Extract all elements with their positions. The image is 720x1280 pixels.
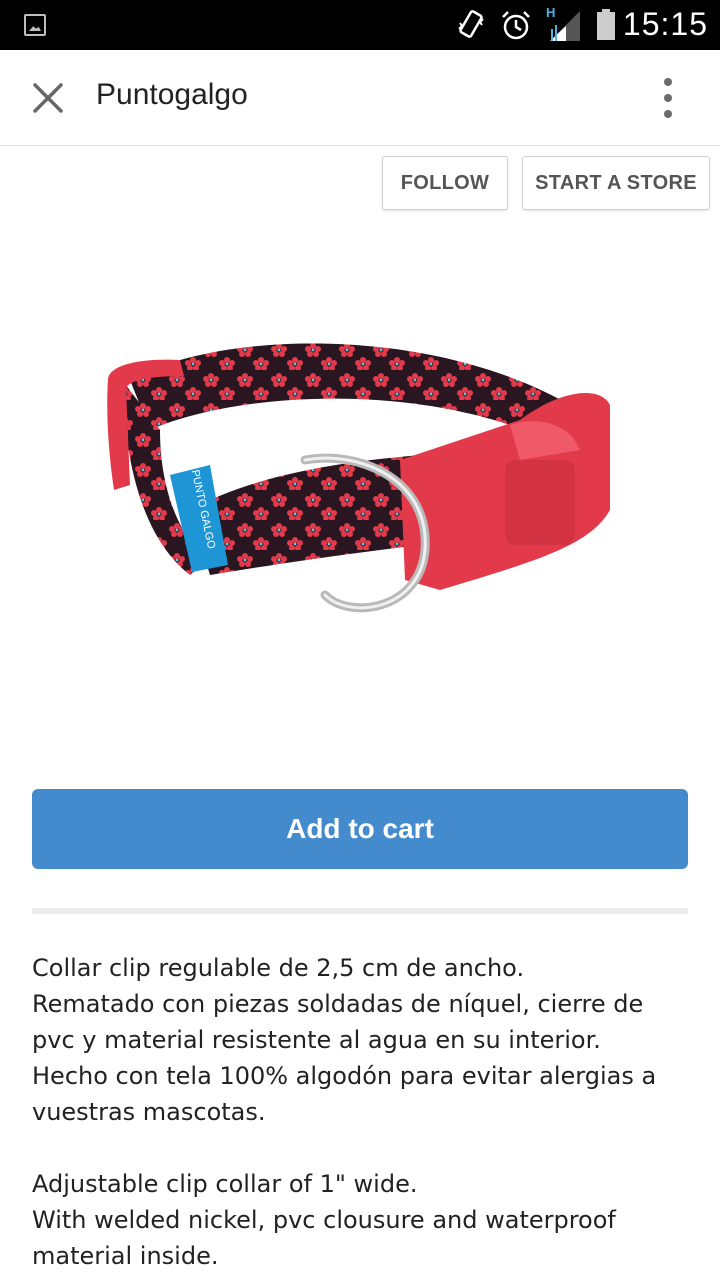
status-bar: H 15:15 [0, 0, 720, 50]
close-icon [33, 83, 63, 113]
divider [32, 908, 688, 914]
status-time: 15:15 [622, 6, 708, 42]
add-to-cart-button[interactable]: Add to cart [32, 789, 688, 869]
product-description: Collar clip regulable de 2,5 cm de ancho… [32, 950, 692, 1274]
product-image: PUNTO GALGO [107, 343, 610, 613]
description-spanish: Collar clip regulable de 2,5 cm de ancho… [32, 954, 657, 1126]
close-button[interactable] [28, 78, 68, 118]
image-notification-icon [24, 14, 46, 36]
more-vert-icon [664, 78, 672, 86]
app-bar: Puntogalgo [0, 50, 720, 146]
signal-icon: H [546, 5, 582, 41]
more-options-button[interactable] [656, 78, 680, 118]
alarm-icon [502, 11, 530, 40]
vibrate-icon [458, 10, 484, 38]
battery-icon [597, 9, 615, 40]
description-english: Adjustable clip collar of 1" wide. With … [32, 1170, 616, 1270]
status-icons: H [456, 5, 616, 42]
start-a-store-button[interactable]: START A STORE [522, 156, 710, 210]
store-title: Puntogalgo [96, 78, 248, 111]
follow-button[interactable]: FOLLOW [382, 156, 508, 210]
